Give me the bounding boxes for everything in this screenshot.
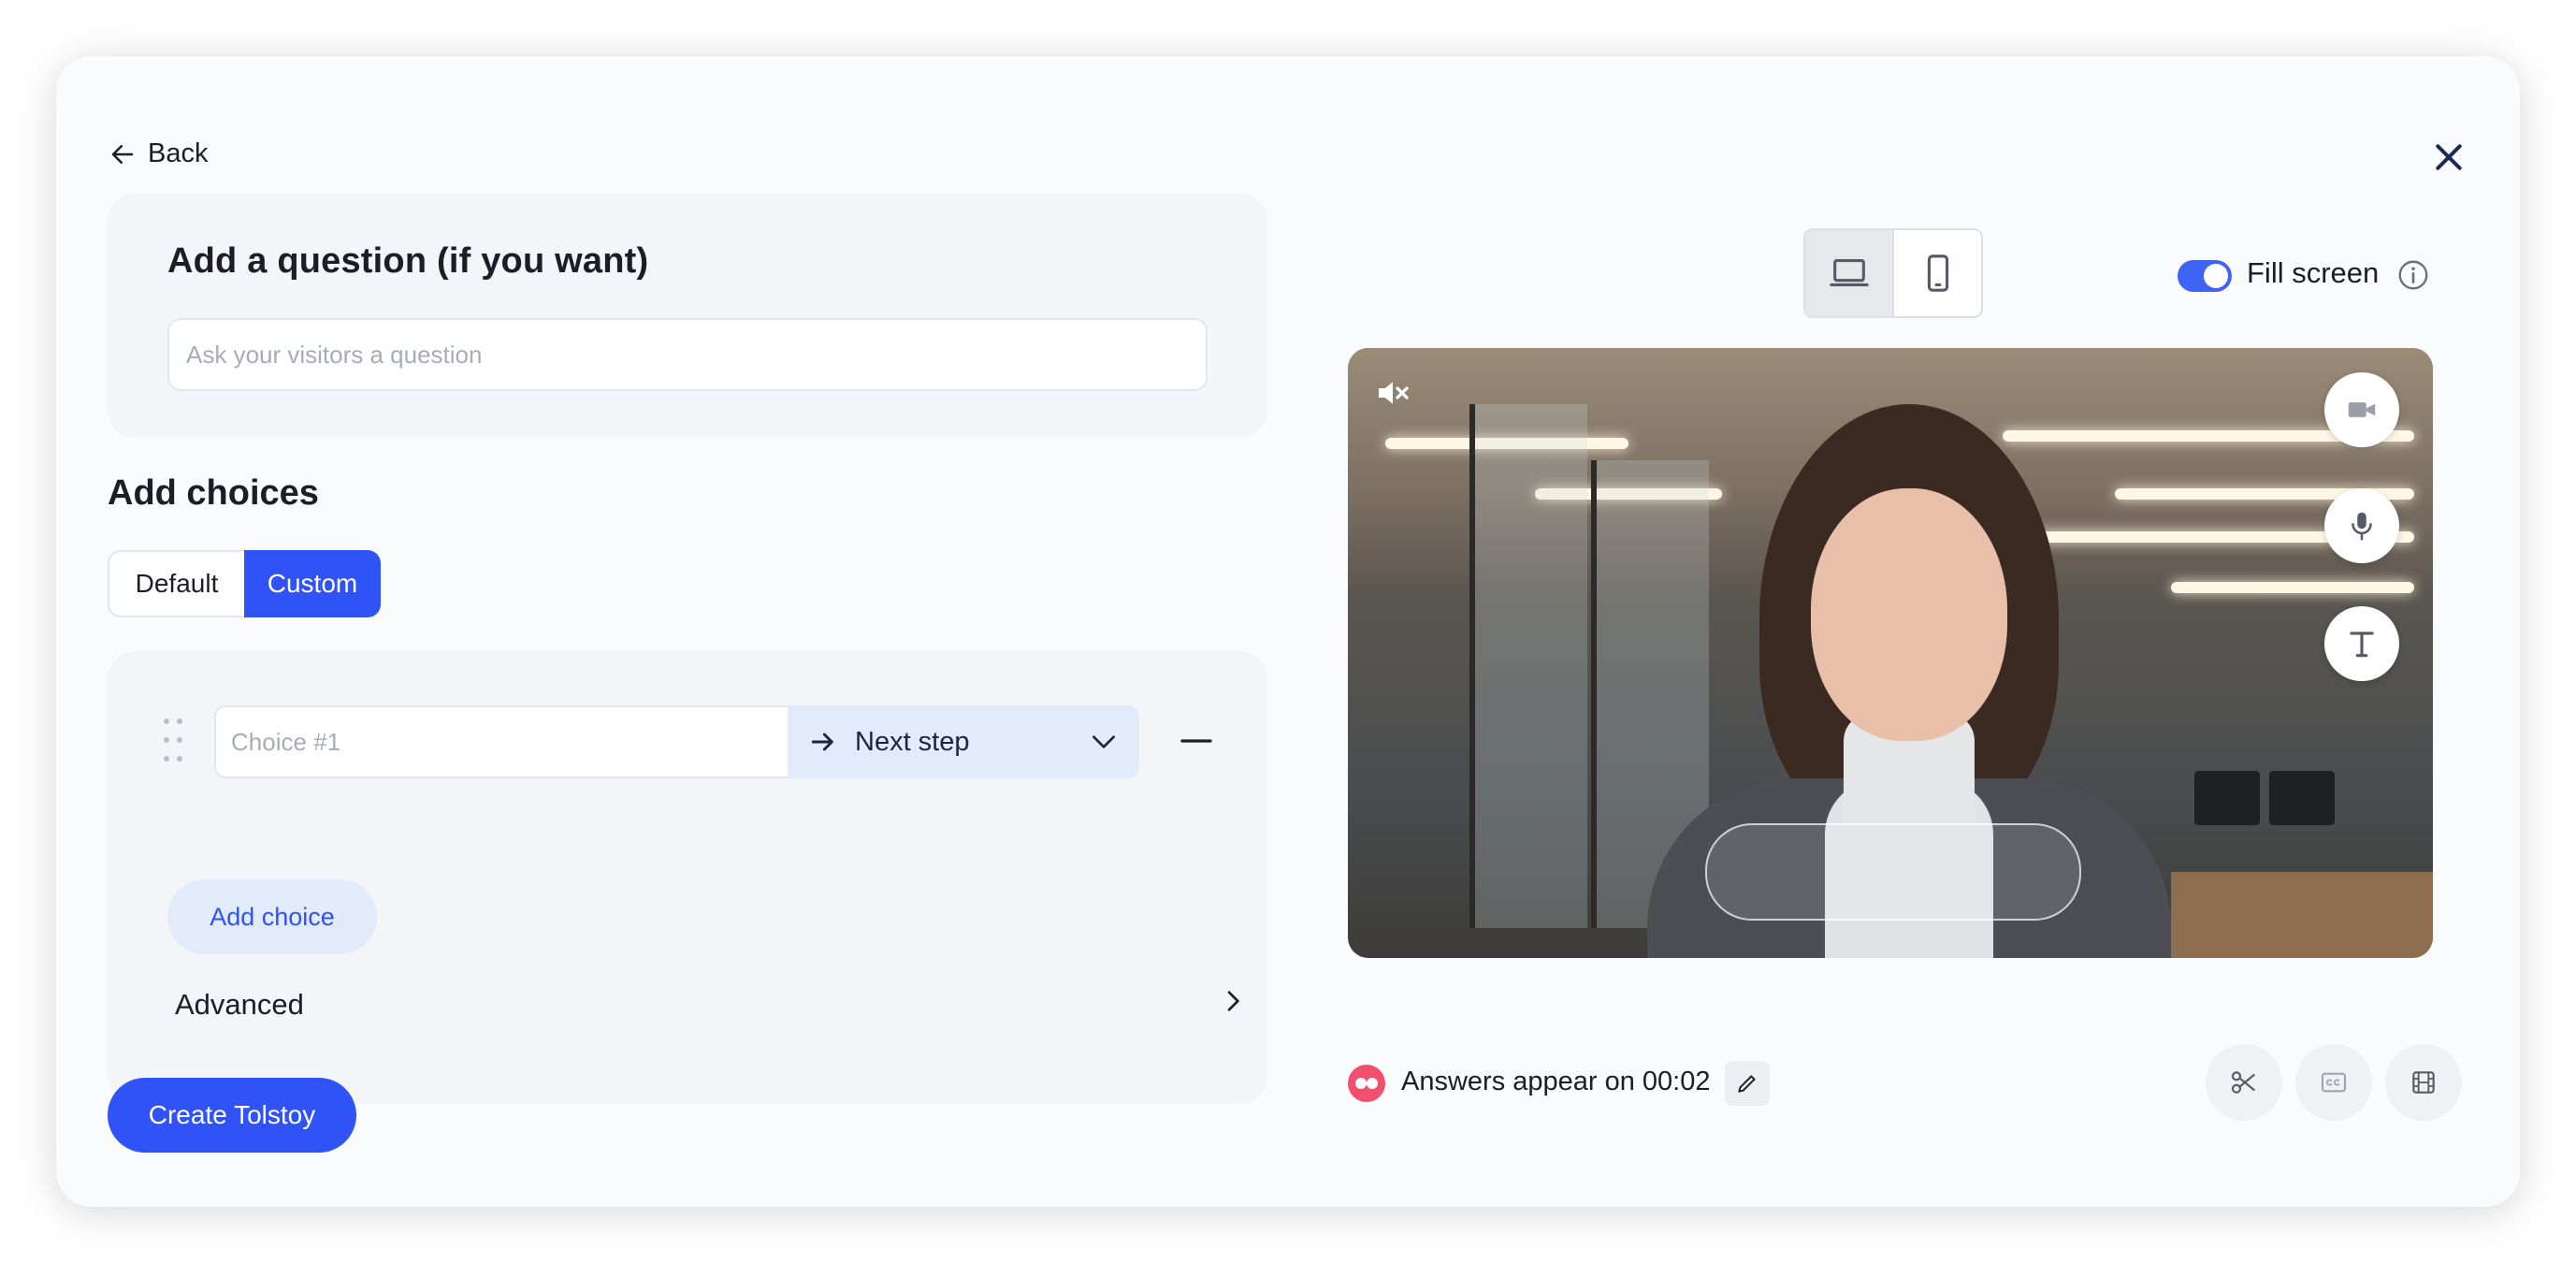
question-input[interactable] [167,318,1208,391]
choice-input[interactable] [214,705,789,778]
desktop-icon [1829,259,1869,286]
choices-type-switch: Default Custom [108,550,381,617]
mobile-preview-button[interactable] [1894,230,1981,316]
choice-action-select[interactable]: Next step [788,705,1139,778]
close-icon[interactable] [2430,138,2467,176]
advanced-label[interactable]: Advanced [175,988,304,1022]
muted-speaker-icon[interactable] [1374,374,1411,412]
create-tolstoy-button[interactable]: Create Tolstoy [108,1078,356,1153]
fill-screen-toggle[interactable] [2178,260,2232,292]
pencil-icon [1738,1075,1756,1093]
glass-wall [1469,404,1587,928]
microphone-icon [2352,512,2372,541]
question-card: Add a question (if you want) [108,193,1267,438]
arrow-left-icon [111,144,134,164]
drag-handle-icon[interactable] [162,717,184,763]
segment-custom[interactable]: Custom [244,550,381,617]
ceiling-light [2171,582,2414,593]
segment-default[interactable]: Default [108,550,244,617]
add-choice-button[interactable]: Add choice [167,879,377,954]
video-settings-button[interactable] [2385,1044,2462,1121]
question-title: Add a question (if you want) [167,241,649,281]
video-reply-button[interactable] [2324,372,2399,447]
captions-button[interactable] [2295,1044,2372,1121]
choice-action-label: Next step [855,726,970,757]
desktop-preview-button[interactable] [1805,230,1894,316]
answers-appear-text: Answers appear on 00:02 [1401,1067,1711,1096]
monitor [2194,771,2260,825]
remove-choice-icon[interactable] [1178,722,1215,760]
fill-screen-label: Fill screen [2247,256,2380,289]
video-preview[interactable] [1348,348,2433,958]
answer-placeholder [1705,823,2081,921]
info-icon[interactable] [2396,258,2430,292]
text-icon [2350,632,2374,658]
chevron-right-icon[interactable] [1218,986,1248,1016]
choices-title: Add choices [108,473,319,513]
device-toggle [1803,228,1983,318]
text-reply-button[interactable] [2324,606,2399,681]
video-camera-icon [2348,402,2376,417]
back-button[interactable]: Back [109,138,208,169]
edit-answer-time-button[interactable] [1725,1061,1770,1106]
scissors-icon [2231,1071,2255,1094]
back-label: Back [148,138,209,168]
toggle-knob [2204,264,2228,288]
monitor [2269,771,2335,825]
trim-button[interactable] [2206,1044,2282,1121]
film-icon [2412,1071,2435,1094]
closed-captions-icon [2321,1072,2347,1093]
presenter-face [1811,488,2007,741]
choices-card: Next step Add choice Advanced [108,651,1267,1104]
chevron-down-icon [1093,735,1115,748]
audio-reply-button[interactable] [2324,488,2399,563]
arrow-right-icon [811,733,833,751]
mobile-icon [1927,254,1948,292]
desk [2171,872,2433,958]
create-tolstoy-modal: Back Add a question (if you want) Add ch… [56,56,2520,1207]
tolstoy-logo-icon [1348,1065,1385,1102]
